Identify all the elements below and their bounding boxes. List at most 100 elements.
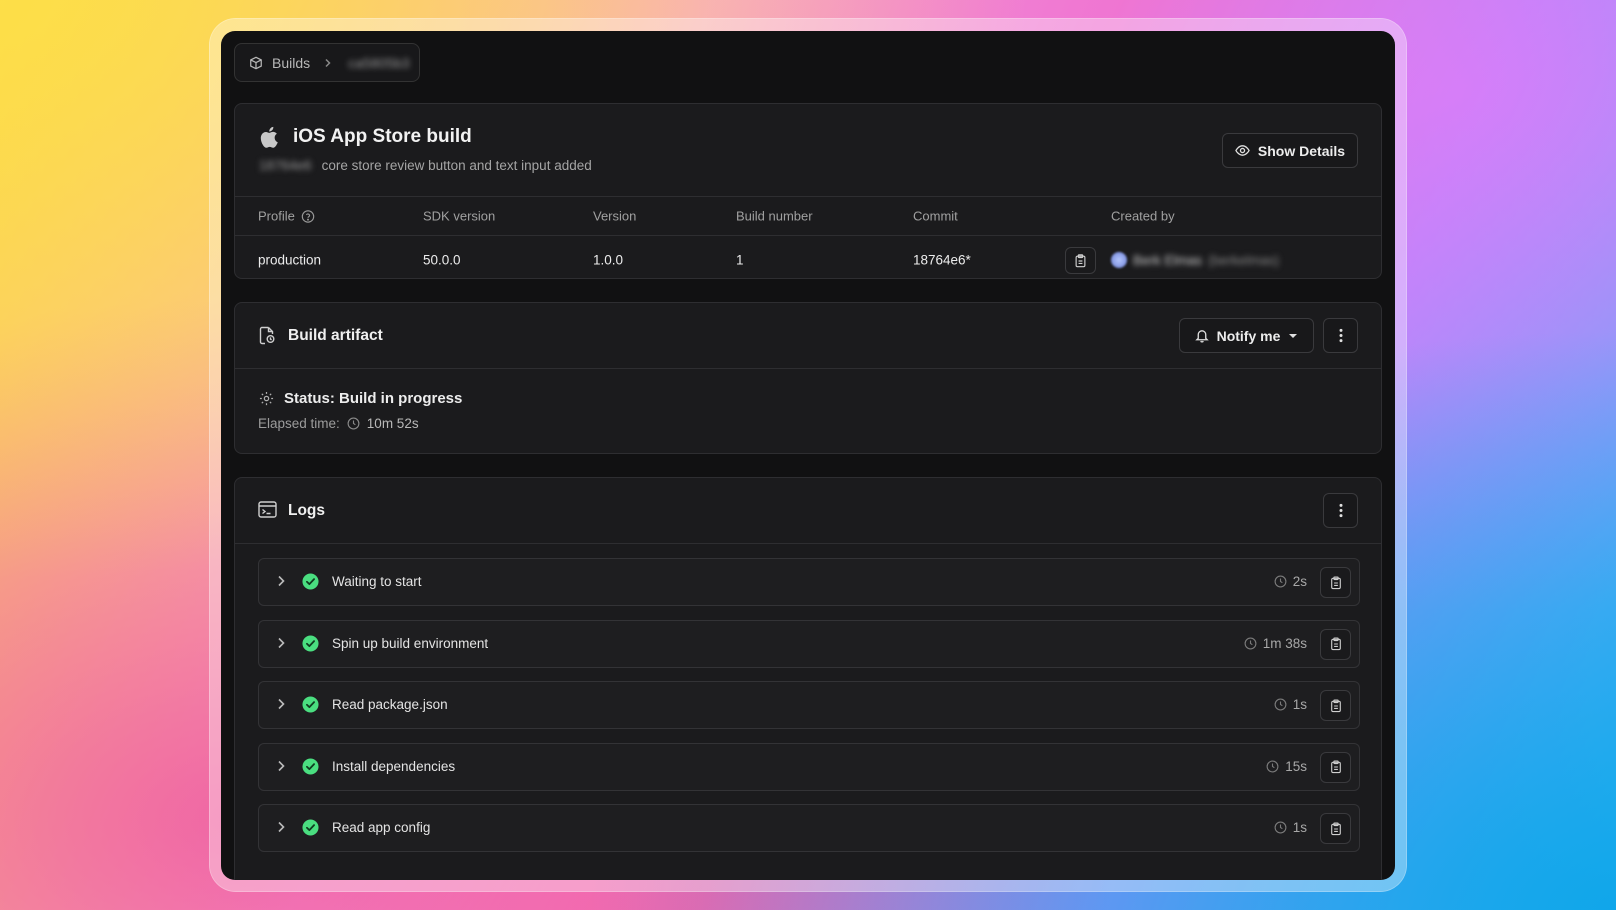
clock-icon [1266, 760, 1279, 773]
log-step-row[interactable]: Waiting to start 2s [258, 558, 1360, 606]
check-circle-icon [302, 573, 319, 590]
log-step-duration-value: 1s [1292, 697, 1307, 712]
value-sdk-version: 50.0.0 [423, 252, 461, 268]
logs-title: Logs [288, 502, 326, 519]
copy-log-button[interactable] [1320, 690, 1351, 721]
apple-icon [259, 126, 278, 148]
chevron-right-icon [323, 58, 333, 68]
breadcrumb: Builds ca5805b3 [234, 43, 420, 82]
clipboard-icon [1330, 637, 1342, 651]
check-circle-icon [302, 757, 319, 775]
meta-table-row: production 50.0.0 1.0.0 1 18764e6* Berk … [235, 236, 1381, 284]
clock-icon [1244, 637, 1257, 650]
log-step-row[interactable]: Read app config 1s [258, 804, 1360, 852]
header-profile-label: Profile [258, 208, 295, 224]
artifact-status: Status: Build in progress [284, 390, 463, 407]
log-step-duration-value: 1m 38s [1262, 635, 1307, 651]
check-circle-icon [302, 819, 319, 836]
log-step-row[interactable]: Spin up build environment 1m 38s [258, 619, 1360, 668]
log-step-duration-value: 15s [1285, 758, 1307, 774]
log-step-duration: 1s [1274, 697, 1307, 712]
header-build-number: Build number [736, 208, 813, 224]
help-circle-icon[interactable] [301, 209, 315, 223]
artifact-more-button[interactable] [1323, 318, 1358, 353]
logs-card: Logs Waiting to start 2s Spin up build e… [234, 477, 1382, 880]
caret-down-icon [1288, 333, 1298, 339]
artifact-title: Build artifact [288, 327, 383, 344]
copy-log-button[interactable] [1320, 628, 1351, 660]
copy-log-button[interactable] [1320, 813, 1351, 844]
commit-message: core store review button and text input … [321, 158, 592, 173]
value-build-number: 1 [736, 252, 744, 268]
box-icon [249, 56, 263, 70]
clock-icon [347, 417, 360, 430]
header-commit: Commit [913, 208, 958, 224]
log-step-duration: 15s [1266, 759, 1307, 774]
gear-icon [259, 391, 274, 406]
clock-icon [1274, 698, 1287, 711]
log-step-label: Read package.json [332, 697, 448, 712]
more-vertical-icon [1339, 328, 1343, 343]
log-step-label: Read app config [332, 820, 431, 835]
logs-divider [235, 543, 1381, 544]
value-commit: 18764e6* [913, 252, 971, 268]
log-step-duration-value: 1s [1292, 820, 1307, 835]
breadcrumb-current: ca5805b3 [348, 54, 410, 71]
avatar [1111, 252, 1127, 268]
commit-hash-short: 18764e6 [259, 158, 312, 173]
clock-icon [1274, 821, 1287, 834]
value-profile: production [258, 252, 322, 268]
chevron-right-icon[interactable] [274, 759, 288, 773]
chevron-right-icon[interactable] [274, 820, 288, 834]
elapsed-label: Elapsed time: [258, 416, 340, 431]
log-step-row[interactable]: Read package.json 1s [258, 681, 1360, 729]
log-step-duration-value: 2s [1292, 574, 1307, 589]
clipboard-icon [1330, 821, 1342, 836]
clipboard-icon [1330, 698, 1342, 713]
build-title: iOS App Store build [293, 126, 472, 147]
build-artifact-card: Build artifact Notify me Status: Build i… [234, 302, 1382, 454]
created-by[interactable]: Berk Elmas (berkelmas) [1111, 252, 1279, 268]
creator-name: Berk Elmas [1133, 252, 1203, 268]
log-step-row[interactable]: Install dependencies 15s [258, 742, 1360, 791]
show-details-label: Show Details [1257, 142, 1346, 159]
chevron-right-icon[interactable] [274, 697, 288, 711]
log-step-label: Install dependencies [332, 758, 456, 774]
breadcrumb-builds-link[interactable]: Builds [272, 55, 310, 71]
app-window: Builds ca5805b3 iOS App Store build 1876… [221, 31, 1395, 880]
clipboard-icon [1074, 253, 1087, 268]
chevron-right-icon[interactable] [274, 574, 288, 588]
elapsed-time: Elapsed time: 10m 52s [258, 416, 419, 431]
chevron-right-icon[interactable] [274, 636, 288, 650]
clock-icon [1274, 575, 1287, 588]
copy-commit-button[interactable] [1065, 247, 1096, 274]
bell-icon [1194, 328, 1209, 343]
logs-more-button[interactable] [1323, 493, 1358, 528]
more-vertical-icon [1339, 503, 1343, 518]
log-step-label: Spin up build environment [332, 635, 489, 651]
check-circle-icon [302, 634, 319, 652]
notify-me-label: Notify me [1216, 327, 1281, 344]
header-created-by: Created by [1111, 208, 1175, 224]
show-details-button[interactable]: Show Details [1222, 133, 1358, 168]
elapsed-value: 10m 52s [366, 416, 419, 431]
build-info-card: iOS App Store build 18764e6 core store r… [234, 103, 1382, 279]
log-step-duration: 2s [1274, 574, 1307, 589]
copy-log-button[interactable] [1320, 567, 1351, 598]
log-step-label: Waiting to start [332, 574, 422, 589]
meta-table-header: Profile SDK version Version Build number… [235, 196, 1381, 236]
notify-me-button[interactable]: Notify me [1179, 318, 1314, 353]
build-subtitle: 18764e6 core store review button and tex… [259, 158, 592, 173]
value-version: 1.0.0 [593, 252, 624, 268]
eye-icon [1235, 143, 1250, 158]
header-sdk-version: SDK version [423, 208, 496, 224]
clipboard-icon [1330, 760, 1342, 774]
file-artifact-icon [259, 326, 276, 345]
log-step-duration: 1s [1274, 820, 1307, 835]
terminal-icon [258, 501, 277, 518]
clipboard-icon [1330, 575, 1342, 590]
creator-handle: (berkelmas) [1208, 252, 1280, 268]
header-profile: Profile [258, 209, 315, 224]
artifact-divider [235, 368, 1381, 369]
copy-log-button[interactable] [1320, 751, 1351, 783]
